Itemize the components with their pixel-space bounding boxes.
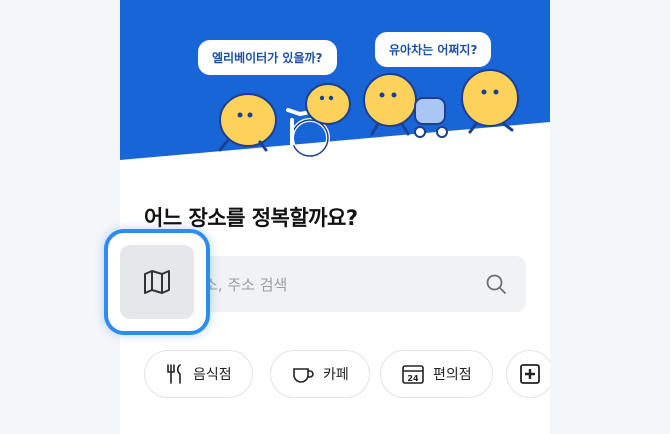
map-button-tile bbox=[120, 245, 194, 319]
speech-bubble: 엘리베이터가 있을까? bbox=[198, 40, 337, 75]
category-label: 편의점 bbox=[433, 367, 472, 383]
convenience-store-24-icon: 24 bbox=[402, 365, 424, 384]
category-label: 카페 bbox=[323, 367, 349, 383]
hero-illustration bbox=[120, 0, 550, 160]
map-view-button[interactable] bbox=[104, 229, 210, 335]
speech-bubble: 유아차는 어쩌지? bbox=[375, 32, 492, 67]
search-icon[interactable] bbox=[484, 272, 508, 296]
category-label: 음식점 bbox=[193, 367, 232, 383]
hero-banner: 엘리베이터가 있을까? 유아차는 어쩌지? bbox=[120, 0, 550, 200]
category-chip-restaurant[interactable]: 음식점 bbox=[144, 350, 253, 398]
search-placeholder: 소, 주소 검색 bbox=[204, 276, 288, 294]
character-illustration bbox=[305, 83, 351, 125]
search-input[interactable]: 소, 주소 검색 bbox=[180, 256, 526, 312]
category-chip-cafe[interactable]: 카페 bbox=[270, 350, 370, 398]
category-chip-convenience-store[interactable]: 24 편의점 bbox=[380, 350, 493, 398]
map-icon bbox=[144, 270, 170, 294]
app-screen: 엘리베이터가 있을까? 유아차는 어쩌지? 어느 장소를 정복할까요? 소, 주… bbox=[120, 0, 550, 434]
fork-knife-icon bbox=[167, 364, 181, 384]
svg-text:24: 24 bbox=[407, 374, 419, 383]
page-title: 어느 장소를 정복할까요? bbox=[144, 206, 358, 230]
coffee-cup-icon bbox=[293, 368, 314, 383]
plus-box-icon bbox=[520, 364, 540, 384]
category-chip-hospital[interactable] bbox=[506, 350, 550, 398]
